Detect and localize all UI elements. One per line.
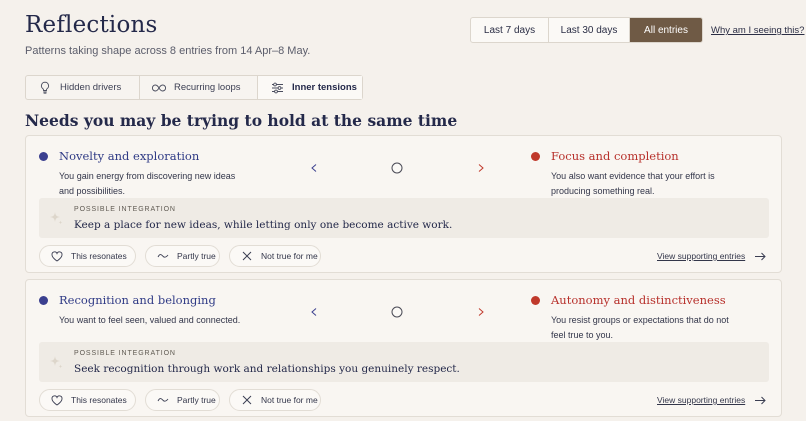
action-label: Partly true [177,395,216,405]
arrow-right-icon [754,252,766,261]
tension-card: Novelty and exploration You gain energy … [25,135,782,273]
view-link-label: View supporting entries [657,395,746,405]
tab-inner-tensions[interactable]: Inner tensions [258,76,362,99]
page-title: Reflections [25,12,158,38]
not-true-button[interactable]: Not true for me [229,389,321,411]
this-resonates-button[interactable]: This resonates [39,245,136,267]
date-range-selector: Last 7 days Last 30 days All entries [470,17,703,43]
heart-icon [51,250,63,262]
close-icon [241,394,253,406]
integration-text: Keep a place for new ideas, while lettin… [74,219,453,231]
left-need: Novelty and exploration You gain energy … [39,149,249,199]
right-need-dot [531,295,540,305]
heart-icon [51,394,63,406]
action-label: Not true for me [261,251,318,261]
page-subtitle: Patterns taking shape across 8 entries f… [25,45,311,57]
left-need-name: Novelty and exploration [59,149,200,163]
sparkle-icon [48,210,64,231]
integration-box: POSSIBLE INTEGRATION Keep a place for ne… [39,198,769,238]
action-label: This resonates [71,251,127,261]
action-label: Partly true [177,251,216,261]
arrow-right-icon [754,396,766,405]
range-last-7-days-button[interactable]: Last 7 days [471,18,549,42]
feedback-actions: This resonates Partly true Not true for … [39,245,321,267]
right-need-name: Autonomy and distinctiveness [551,293,726,307]
tab-recurring-loops[interactable]: Recurring loops [140,76,258,99]
tab-label: Hidden drivers [60,82,122,93]
wave-icon [157,394,169,406]
integration-text: Seek recognition through work and relati… [74,363,460,375]
tension-slider [310,161,485,180]
this-resonates-button[interactable]: This resonates [39,389,136,411]
view-link-label: View supporting entries [657,251,746,261]
sparkle-icon [48,354,64,375]
action-label: This resonates [71,395,127,405]
right-need: Autonomy and distinctiveness You resist … [531,293,741,343]
integration-label: POSSIBLE INTEGRATION [74,206,176,213]
not-true-button[interactable]: Not true for me [229,245,321,267]
left-need-name: Recognition and belonging [59,293,216,307]
right-need-dot [531,151,540,161]
range-last-30-days-button[interactable]: Last 30 days [549,18,630,42]
right-need-name: Focus and completion [551,149,679,163]
tension-slider [310,305,485,324]
reflection-tabs: Hidden drivers Recurring loops Inner ten… [25,75,363,100]
page-header: Reflections Patterns taking shape across… [25,12,310,57]
partly-true-button[interactable]: Partly true [145,245,220,267]
partly-true-button[interactable]: Partly true [145,389,220,411]
left-need-description: You gain energy from discovering new ide… [59,171,236,196]
sliders-icon [270,81,284,95]
right-need-description: You also want evidence that your effort … [551,171,715,196]
tension-card: Recognition and belonging You want to fe… [25,279,782,417]
loop-icon [152,81,166,95]
right-need-description: You resist groups or expectations that d… [551,315,729,340]
why-seeing-this-link[interactable]: Why am I seeing this? [711,25,804,36]
feedback-actions: This resonates Partly true Not true for … [39,389,321,411]
action-label: Not true for me [261,395,318,405]
lightbulb-icon [38,81,52,95]
tab-hidden-drivers[interactable]: Hidden drivers [26,76,140,99]
left-need-dot [39,151,48,161]
view-supporting-entries-link[interactable]: View supporting entries [657,395,766,405]
close-icon [241,250,253,262]
tab-label: Inner tensions [292,82,357,93]
left-need: Recognition and belonging You want to fe… [39,293,249,328]
wave-icon [157,250,169,262]
left-need-description: You want to feel seen, valued and connec… [59,315,241,325]
left-need-dot [39,295,48,305]
tab-label: Recurring loops [174,82,241,93]
range-all-entries-button[interactable]: All entries [630,18,702,42]
integration-label: POSSIBLE INTEGRATION [74,350,176,357]
view-supporting-entries-link[interactable]: View supporting entries [657,251,766,261]
integration-box: POSSIBLE INTEGRATION Seek recognition th… [39,342,769,382]
section-title: Needs you may be trying to hold at the s… [25,111,458,130]
right-need: Focus and completion You also want evide… [531,149,741,199]
